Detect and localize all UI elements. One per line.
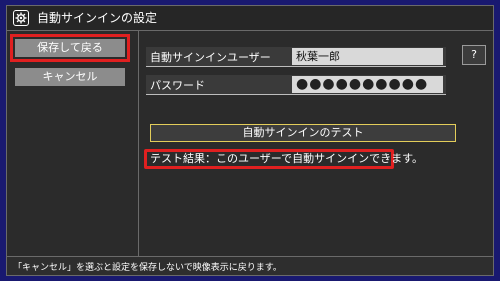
user-row[interactable]: 自動サインインユーザー 秋葉一郎: [146, 47, 446, 67]
user-label: 自動サインインユーザー: [150, 51, 271, 64]
main-panel: 自動サインインユーザー 秋葉一郎 ? パスワード ●●●●●●●●●● 自動サイ…: [140, 31, 493, 256]
gear-icon: [13, 10, 29, 26]
sidebar: 保存して戻る キャンセル: [7, 31, 139, 256]
help-button[interactable]: ?: [462, 45, 486, 65]
test-auto-signin-button[interactable]: 自動サインインのテスト: [150, 124, 456, 142]
cancel-button[interactable]: キャンセル: [15, 68, 125, 86]
test-result-text: テスト結果：このユーザーで自動サインインできます。: [144, 149, 423, 169]
password-field[interactable]: ●●●●●●●●●●: [292, 76, 443, 93]
password-label: パスワード: [150, 79, 205, 92]
window-title: 自動サインインの設定: [37, 11, 158, 25]
status-text: 「キャンセル」を選ぶと設定を保存しないで映像表示に戻ります。: [13, 263, 282, 273]
password-row[interactable]: パスワード ●●●●●●●●●●: [146, 75, 446, 95]
status-bar: 「キャンセル」を選ぶと設定を保存しないで映像表示に戻ります。: [7, 256, 493, 275]
settings-window: 自動サインインの設定 保存して戻る キャンセル 自動サインインユーザー 秋葉一郎…: [6, 5, 494, 276]
user-field[interactable]: 秋葉一郎: [292, 48, 443, 65]
save-and-return-button[interactable]: 保存して戻る: [10, 34, 130, 62]
title-bar: 自動サインインの設定: [7, 6, 493, 31]
